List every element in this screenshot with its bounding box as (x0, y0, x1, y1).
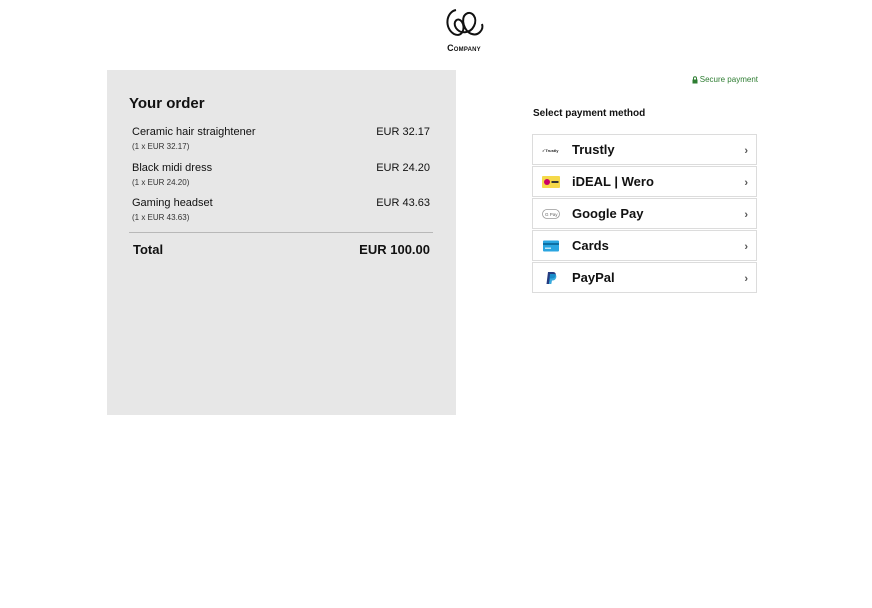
payment-method-name: Cards (572, 238, 609, 253)
item-quantity: (1 x EUR 24.20) (132, 178, 190, 187)
order-summary-panel: Your order Ceramic hair straightener EUR… (107, 70, 456, 415)
payment-method-google-pay[interactable]: G Pay Google Pay › (532, 198, 757, 229)
lock-icon (692, 75, 698, 83)
order-item: Gaming headset EUR 43.63 (1 x EUR 43.63) (132, 197, 430, 231)
ideal-wero-icon (542, 175, 560, 189)
company-logo: Company (436, 6, 492, 54)
payment-method-name: Trustly (572, 142, 615, 157)
company-logo-icon (446, 9, 484, 36)
card-icon (542, 239, 560, 253)
item-name: Ceramic hair straightener (132, 126, 256, 138)
order-divider (129, 232, 433, 233)
payment-method-name: Google Pay (572, 206, 644, 221)
payment-method-name: iDEAL | Wero (572, 174, 654, 189)
secure-payment-label: Secure payment (699, 75, 758, 84)
payment-method-list: ✓Trustly Trustly › iDEAL | Wero › G Pay … (532, 134, 757, 294)
chevron-right-icon: › (744, 145, 748, 157)
payment-method-trustly[interactable]: ✓Trustly Trustly › (532, 134, 757, 165)
total-value: EUR 100.00 (359, 242, 430, 257)
chevron-right-icon: › (744, 209, 748, 221)
item-name: Gaming headset (132, 197, 213, 209)
payment-method-paypal[interactable]: PayPal › (532, 262, 757, 293)
select-payment-title: Select payment method (533, 108, 646, 119)
paypal-icon (542, 271, 560, 285)
item-price: EUR 43.63 (376, 197, 430, 209)
order-item: Ceramic hair straightener EUR 32.17 (1 x… (132, 126, 430, 160)
chevron-right-icon: › (744, 177, 748, 189)
payment-method-name: PayPal (572, 270, 615, 285)
svg-text:G Pay: G Pay (545, 212, 558, 217)
total-label: Total (133, 242, 164, 257)
google-pay-icon: G Pay (542, 207, 560, 221)
item-name: Black midi dress (132, 162, 213, 174)
chevron-right-icon: › (744, 273, 748, 285)
item-quantity: (1 x EUR 43.63) (132, 213, 190, 222)
item-price: EUR 32.17 (376, 126, 430, 138)
item-price: EUR 24.20 (376, 162, 430, 174)
trustly-icon: ✓Trustly (542, 143, 560, 157)
order-item: Black midi dress EUR 24.20 (1 x EUR 24.2… (132, 162, 430, 196)
item-quantity: (1 x EUR 32.17) (132, 142, 190, 151)
payment-method-ideal-wero[interactable]: iDEAL | Wero › (532, 166, 757, 197)
chevron-right-icon: › (744, 241, 748, 253)
company-name: Company (447, 43, 481, 53)
svg-text:✓Trustly: ✓Trustly (542, 148, 559, 153)
order-title: Your order (129, 95, 205, 112)
secure-payment-badge: Secure payment (692, 75, 758, 84)
payment-method-cards[interactable]: Cards › (532, 230, 757, 261)
